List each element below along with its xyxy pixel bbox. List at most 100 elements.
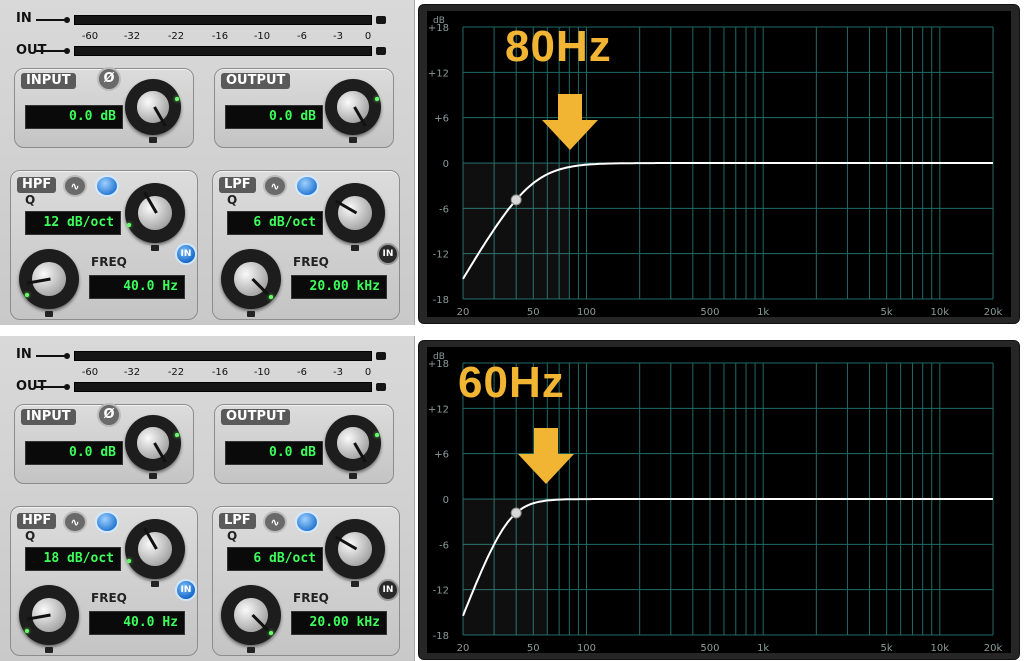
- hpf-in-button[interactable]: IN: [175, 243, 197, 265]
- output-level-meter: [74, 46, 372, 56]
- lpf-freq-display[interactable]: 20.00 kHz: [291, 611, 387, 635]
- output-gain-knob[interactable]: [325, 415, 381, 471]
- hpf-q-knob[interactable]: [125, 519, 185, 579]
- phase-invert-button[interactable]: Ø: [97, 67, 121, 91]
- hpf-notch-shape-button[interactable]: ∿: [63, 175, 87, 197]
- lpf-slope-shape-button[interactable]: [295, 175, 319, 197]
- db-axis-label: -12: [433, 586, 449, 597]
- freq-axis-label: 20: [457, 643, 470, 654]
- hpf-frequency-handle[interactable]: [510, 507, 522, 519]
- meter-scale-tick: -6: [297, 31, 307, 42]
- meter-scale-tick: -10: [253, 31, 271, 42]
- lpf-slope-display[interactable]: 6 dB/oct: [227, 547, 323, 571]
- freq-axis-label: 20: [457, 307, 470, 318]
- eq-plugin-panel: IN -60 -32 -22 -16 -10 -6 -3 0 OUT INPUT Ø 0.0 …: [0, 0, 1024, 325]
- lpf-title: LPF: [219, 513, 256, 529]
- input-clip-indicator[interactable]: [376, 352, 386, 360]
- db-axis-label: +18: [428, 23, 449, 34]
- hpf-in-button[interactable]: IN: [175, 579, 197, 601]
- hpf-slope-shape-button[interactable]: [95, 175, 119, 197]
- lpf-freq-display[interactable]: 20.00 kHz: [291, 275, 387, 299]
- lpf-slope-shape-button[interactable]: [295, 511, 319, 533]
- input-title: INPUT: [21, 409, 76, 425]
- meter-scale-tick: -16: [211, 31, 229, 42]
- meter-scale-tick: -3: [333, 31, 343, 42]
- meter-scale: -60 -32 -22 -16 -10 -6 -3 0: [60, 31, 390, 43]
- output-gain-display[interactable]: 0.0 dB: [225, 441, 323, 465]
- lpf-q-label: Q: [227, 193, 238, 207]
- output-title: OUTPUT: [221, 73, 291, 89]
- out-meter-connector: [36, 386, 66, 388]
- phase-invert-button[interactable]: Ø: [97, 403, 121, 427]
- down-arrow-icon: [542, 94, 598, 150]
- input-gain-knob[interactable]: [125, 79, 181, 135]
- db-axis-label: +6: [434, 114, 449, 125]
- lpf-freq-knob[interactable]: [221, 249, 281, 309]
- freq-axis-label: 50: [527, 307, 540, 318]
- out-meter-dot: [64, 48, 70, 54]
- freq-axis-label: 5k: [881, 643, 893, 654]
- knob-foot: [247, 647, 255, 653]
- lpf-module: LPF ∿ Q 6 dB/oct IN FREQ 20.00 kHz: [212, 506, 400, 656]
- meter-scale: -60 -32 -22 -16 -10 -6 -3 0: [60, 367, 390, 379]
- db-axis-label: 0: [443, 495, 449, 506]
- meter-scale-tick: -60: [81, 367, 99, 378]
- output-clip-indicator[interactable]: [376, 47, 386, 55]
- in-meter-connector: [36, 19, 66, 21]
- in-meter-label: IN: [16, 347, 32, 362]
- knob-foot: [151, 245, 159, 251]
- output-gain-knob[interactable]: [325, 79, 381, 135]
- hpf-notch-shape-button[interactable]: ∿: [63, 511, 87, 533]
- meter-scale-tick: 0: [364, 367, 372, 378]
- lpf-in-button[interactable]: IN: [377, 579, 399, 601]
- input-gain-display[interactable]: 0.0 dB: [25, 441, 123, 465]
- freq-axis-label: 20k: [984, 643, 1003, 654]
- input-gain-knob[interactable]: [125, 415, 181, 471]
- lpf-notch-shape-button[interactable]: ∿: [263, 175, 287, 197]
- lpf-freq-label: FREQ: [293, 591, 329, 605]
- lpf-slope-display[interactable]: 6 dB/oct: [227, 211, 323, 235]
- hpf-q-knob[interactable]: [125, 183, 185, 243]
- meter-scale-tick: -22: [167, 367, 185, 378]
- lpf-freq-knob[interactable]: [221, 585, 281, 645]
- freq-axis-label: 1k: [757, 307, 769, 318]
- db-axis-label: -6: [439, 204, 449, 215]
- freq-axis-label: 500: [700, 643, 719, 654]
- lpf-in-button[interactable]: IN: [377, 243, 399, 265]
- freq-axis-label: 50: [527, 643, 540, 654]
- freq-axis-label: 20k: [984, 307, 1003, 318]
- hpf-freq-knob[interactable]: [19, 249, 79, 309]
- hpf-slope-display[interactable]: 12 dB/oct: [25, 211, 121, 235]
- hpf-slope-display[interactable]: 18 dB/oct: [25, 547, 121, 571]
- freq-axis-label: 100: [577, 307, 596, 318]
- lpf-module: LPF ∿ Q 6 dB/oct IN FREQ 20.00 kHz: [212, 170, 400, 320]
- lpf-notch-shape-button[interactable]: ∿: [263, 511, 287, 533]
- freq-axis-label: 1k: [757, 643, 769, 654]
- knob-foot: [45, 311, 53, 317]
- db-axis-label: -6: [439, 540, 449, 551]
- knob-foot: [349, 473, 357, 479]
- input-module: INPUT Ø 0.0 dB: [14, 403, 194, 484]
- hpf-freq-display[interactable]: 40.0 Hz: [89, 275, 185, 299]
- input-gain-display[interactable]: 0.0 dB: [25, 105, 123, 129]
- hpf-slope-shape-button[interactable]: [95, 511, 119, 533]
- lpf-q-knob[interactable]: [325, 519, 385, 579]
- input-clip-indicator[interactable]: [376, 16, 386, 24]
- hpf-frequency-handle[interactable]: [510, 194, 522, 206]
- lpf-title: LPF: [219, 177, 256, 193]
- hpf-freq-label: FREQ: [91, 591, 127, 605]
- meter-scale-tick: -6: [297, 367, 307, 378]
- hpf-freq-display[interactable]: 40.0 Hz: [89, 611, 185, 635]
- hpf-module: HPF ∿ Q 12 dB/oct IN FREQ 40.0 Hz: [10, 170, 198, 320]
- output-gain-display[interactable]: 0.0 dB: [225, 105, 323, 129]
- freq-axis-label: 10k: [931, 307, 950, 318]
- output-clip-indicator[interactable]: [376, 383, 386, 391]
- db-axis-label: +6: [434, 450, 449, 461]
- db-axis-label: +12: [428, 68, 449, 79]
- hpf-q-label: Q: [25, 529, 36, 543]
- freq-axis-label: 500: [700, 307, 719, 318]
- hpf-freq-knob[interactable]: [19, 585, 79, 645]
- meter-scale-tick: 0: [364, 31, 372, 42]
- input-level-meter: [74, 15, 372, 25]
- lpf-q-knob[interactable]: [325, 183, 385, 243]
